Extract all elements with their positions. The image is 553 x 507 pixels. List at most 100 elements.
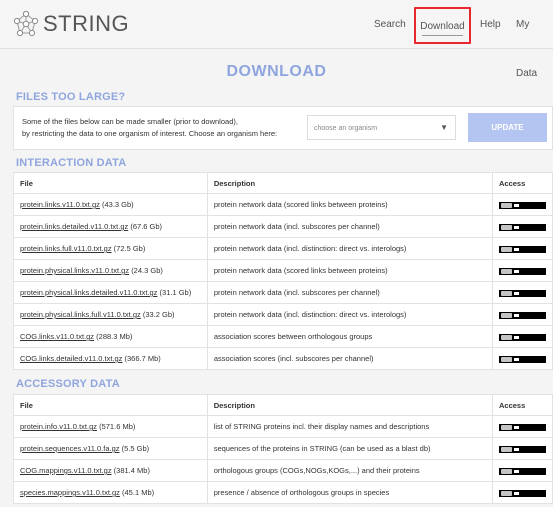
description-cell: protein network data (incl. distinction:…	[206, 237, 493, 260]
file-size: (43.3 Gb)	[102, 200, 134, 209]
file-download-link[interactable]: protein.physical.links.v11.0.txt.gz	[20, 266, 129, 275]
file-cell: COG.links.v11.0.txt.gz (288.3 Mb)	[13, 325, 208, 348]
description-cell: protein network data (incl. subscores pe…	[206, 215, 493, 238]
access-cell	[491, 437, 553, 460]
file-download-link[interactable]: protein.physical.links.full.v11.0.txt.gz	[20, 310, 141, 319]
page-title: DOWNLOAD	[226, 63, 327, 80]
column-header-description: Description	[206, 172, 493, 194]
file-download-link[interactable]: protein.links.v11.0.txt.gz	[20, 200, 100, 209]
cc-by-license-icon[interactable]	[498, 223, 546, 231]
cc-by-license-icon[interactable]	[498, 311, 546, 319]
file-download-link[interactable]: protein.links.full.v11.0.txt.gz	[20, 244, 112, 253]
file-cell: protein.links.full.v11.0.txt.gz (72.5 Gb…	[13, 237, 208, 260]
organism-filter-panel: Some of the files below can be made smal…	[13, 106, 553, 150]
cc-by-license-icon[interactable]	[498, 333, 546, 341]
access-cell	[491, 347, 553, 370]
column-header-file: File	[13, 172, 208, 194]
file-size: (5.5 Gb)	[121, 444, 150, 453]
file-cell: COG.links.detailed.v11.0.txt.gz (366.7 M…	[13, 347, 208, 370]
table-row: protein.physical.links.v11.0.txt.gz (24.…	[13, 259, 553, 282]
cc-by-license-icon[interactable]	[498, 467, 546, 475]
access-cell	[491, 259, 553, 282]
table-row: COG.mappings.v11.0.txt.gz (381.4 Mb) orth…	[13, 459, 553, 482]
file-cell: protein.sequences.v11.0.fa.gz (5.5 Gb)	[13, 437, 208, 460]
file-size: (33.2 Gb)	[142, 310, 175, 319]
file-download-link[interactable]: protein.info.v11.0.txt.gz	[20, 422, 97, 431]
access-cell	[491, 481, 553, 504]
table-row: species.mappings.v11.0.txt.gz (45.1 Mb) p…	[13, 481, 553, 504]
table-row: protein.info.v11.0.txt.gz (571.6 Mb) list…	[13, 415, 553, 438]
table-row: protein.sequences.v11.0.fa.gz (5.5 Gb) se…	[13, 437, 553, 460]
file-cell: COG.mappings.v11.0.txt.gz (381.4 Mb)	[13, 459, 208, 482]
update-button[interactable]: UPDATE	[468, 113, 547, 142]
column-header-description: Description	[206, 394, 493, 416]
file-download-link[interactable]: COG.links.detailed.v11.0.txt.gz	[20, 354, 122, 363]
table-header-row: File Description Access	[13, 394, 553, 416]
description-cell: protein network data (incl. subscores pe…	[206, 281, 493, 304]
access-cell	[491, 415, 553, 438]
cc-by-license-icon[interactable]	[498, 289, 546, 297]
file-size: (31.1 Gb)	[159, 288, 192, 297]
file-cell: protein.info.v11.0.txt.gz (571.6 Mb)	[13, 415, 208, 438]
files-too-large-heading: FILES TOO LARGE?	[16, 91, 126, 103]
table-header-row: File Description Access	[13, 172, 553, 194]
access-cell	[491, 325, 553, 348]
description-cell: association scores (incl. subscores per …	[206, 347, 493, 370]
table-row: COG.links.detailed.v11.0.txt.gz (366.7 M…	[13, 347, 553, 370]
table-row: protein.links.detailed.v11.0.txt.gz (67.…	[13, 215, 553, 238]
description-cell: protein network data (scored links betwe…	[206, 193, 493, 216]
table-row: protein.physical.links.full.v11.0.txt.gz…	[13, 303, 553, 326]
file-download-link[interactable]: species.mappings.v11.0.txt.gz	[20, 488, 120, 497]
access-cell	[491, 459, 553, 482]
file-cell: protein.physical.links.v11.0.txt.gz (24.…	[13, 259, 208, 282]
caret-down-icon: ▼	[440, 123, 448, 132]
file-download-link[interactable]: COG.links.v11.0.txt.gz	[20, 332, 94, 341]
description-cell: protein network data (scored links betwe…	[206, 259, 493, 282]
cc-by-license-icon[interactable]	[498, 267, 546, 275]
file-cell: species.mappings.v11.0.txt.gz (45.1 Mb)	[13, 481, 208, 504]
column-header-access: Access	[491, 172, 553, 194]
nav-download-link[interactable]: Download	[414, 7, 471, 44]
table-row: protein.links.v11.0.txt.gz (43.3 Gb) prot…	[13, 193, 553, 216]
cc-by-license-icon[interactable]	[498, 423, 546, 431]
description-cell: sequences of the proteins in STRING (can…	[206, 437, 493, 460]
description-cell: association scores between orthologous g…	[206, 325, 493, 348]
string-network-icon	[13, 11, 39, 37]
access-cell	[491, 303, 553, 326]
cc-by-license-icon[interactable]	[498, 445, 546, 453]
file-size: (45.1 Mb)	[122, 488, 155, 497]
file-cell: protein.links.v11.0.txt.gz (43.3 Gb)	[13, 193, 208, 216]
file-size: (288.3 Mb)	[96, 332, 133, 341]
cc-by-license-icon[interactable]	[498, 355, 546, 363]
accessory-data-heading: ACCESSORY DATA	[16, 378, 120, 390]
cc-by-license-icon[interactable]	[498, 201, 546, 209]
organism-select[interactable]: choose an organism ▼	[307, 115, 456, 140]
cc-by-license-icon[interactable]	[498, 245, 546, 253]
access-cell	[491, 237, 553, 260]
nav-help-link[interactable]: Help	[480, 0, 501, 49]
file-size: (366.7 Mb)	[124, 354, 161, 363]
file-size: (67.6 Gb)	[130, 222, 163, 231]
cc-by-license-icon[interactable]	[498, 489, 546, 497]
nav-mydata-link[interactable]: My Data	[516, 0, 553, 79]
file-cell: protein.physical.links.full.v11.0.txt.gz…	[13, 303, 208, 326]
table-row: protein.links.full.v11.0.txt.gz (72.5 Gb…	[13, 237, 553, 260]
file-size: (24.3 Gb)	[131, 266, 163, 275]
description-cell: orthologous groups (COGs,NOGs,KOGs,...) …	[206, 459, 493, 482]
table-row: COG.links.v11.0.txt.gz (288.3 Mb) associa…	[13, 325, 553, 348]
description-cell: list of STRING proteins incl. their disp…	[206, 415, 493, 438]
description-cell: presence / absence of orthologous groups…	[206, 481, 493, 504]
file-download-link[interactable]: COG.mappings.v11.0.txt.gz	[20, 466, 112, 475]
description-cell: protein network data (incl. distinction:…	[206, 303, 493, 326]
organism-filter-text: Some of the files below can be made smal…	[22, 116, 277, 139]
access-cell	[491, 193, 553, 216]
string-logo[interactable]: STRING	[13, 11, 129, 37]
file-cell: protein.links.detailed.v11.0.txt.gz (67.…	[13, 215, 208, 238]
file-download-link[interactable]: protein.links.detailed.v11.0.txt.gz	[20, 222, 128, 231]
nav-search-link[interactable]: Search	[374, 0, 406, 49]
file-download-link[interactable]: protein.sequences.v11.0.fa.gz	[20, 444, 120, 453]
file-size: (381.4 Mb)	[113, 466, 150, 475]
file-download-link[interactable]: protein.physical.links.detailed.v11.0.tx…	[20, 288, 157, 297]
active-tab-underline	[422, 35, 463, 36]
file-size: (72.5 Gb)	[113, 244, 146, 253]
